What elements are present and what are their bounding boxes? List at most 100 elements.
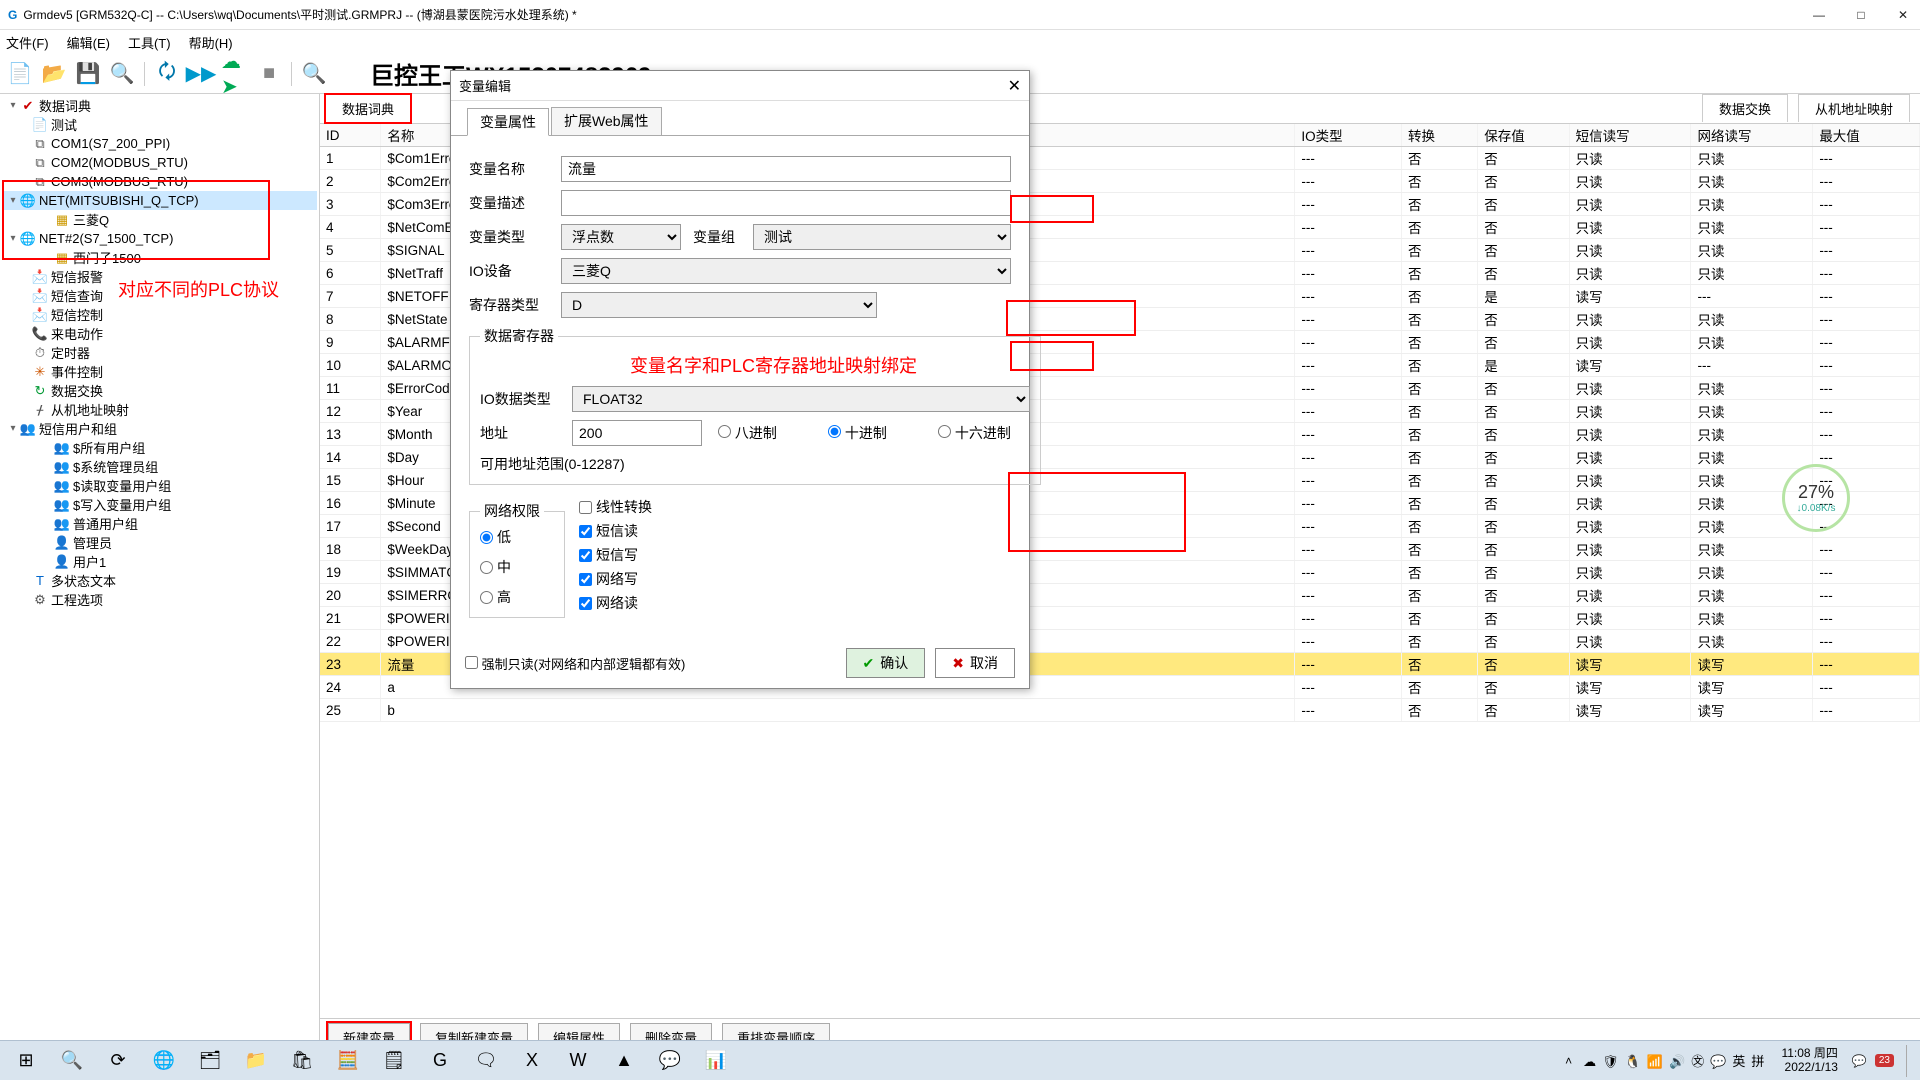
sidebar-tree[interactable]: ▾✔数据词典📄测试⧉COM1(S7_200_PPI)⧉COM2(MODBUS_R… — [0, 94, 320, 1080]
check-linear[interactable]: 线性转换 — [579, 497, 652, 517]
tab-data-exchange[interactable]: 数据交换 — [1702, 94, 1788, 122]
tray-icon[interactable]: 💬 — [1710, 1054, 1726, 1069]
tree-item[interactable]: ⧉COM1(S7_200_PPI) — [2, 134, 317, 153]
column-header[interactable]: 保存值 — [1478, 124, 1569, 147]
taskbar-app-icon[interactable]: 📁 — [236, 1045, 276, 1077]
tree-item[interactable]: ✳事件控制 — [2, 362, 317, 381]
tree-item[interactable]: 📞来电动作 — [2, 324, 317, 343]
expand-icon[interactable]: ▾ — [6, 195, 20, 206]
tree-item[interactable]: ↻数据交换 — [2, 381, 317, 400]
taskbar-app-icon[interactable]: 💬 — [650, 1045, 690, 1077]
tree-item[interactable]: ⚙工程选项 — [2, 590, 317, 609]
taskbar-app-icon[interactable]: 🔍 — [52, 1045, 92, 1077]
taskbar-app-icon[interactable]: 🗒 — [374, 1045, 414, 1077]
radio-octal[interactable]: 八进制 — [718, 423, 810, 443]
taskbar-app-icon[interactable]: 🗨 — [466, 1045, 506, 1077]
tab-data-dictionary[interactable]: 数据词典 — [324, 93, 412, 124]
dialog-tab-properties[interactable]: 变量属性 — [467, 108, 549, 136]
check-net-read[interactable]: 网络读 — [579, 593, 652, 613]
column-header[interactable]: 短信读写 — [1569, 124, 1691, 147]
tree-item[interactable]: ▦西门子1500 — [2, 248, 317, 267]
taskbar-app-icon[interactable]: G — [420, 1045, 460, 1077]
tray-chevron-icon[interactable]: ˄ — [1565, 1054, 1572, 1068]
radio-perm-high[interactable]: 高 — [480, 587, 554, 607]
toolbar-search-icon[interactable]: 🔍 — [108, 60, 136, 88]
expand-icon[interactable]: ▾ — [6, 233, 20, 244]
tree-item[interactable]: 👤管理员 — [2, 533, 317, 552]
taskbar-app-icon[interactable]: 🧮 — [328, 1045, 368, 1077]
tree-item[interactable]: 📩短信查询 — [2, 286, 317, 305]
tree-item[interactable]: ⧉COM3(MODBUS_RTU) — [2, 172, 317, 191]
taskbar-app-icon[interactable]: ▲ — [604, 1045, 644, 1077]
column-header[interactable]: IO类型 — [1295, 124, 1402, 147]
check-sms-write[interactable]: 短信写 — [579, 545, 652, 565]
taskbar-clock[interactable]: 11:08 周四2022/1/13 — [1775, 1047, 1843, 1073]
ok-button[interactable]: ✔确认 — [846, 648, 926, 678]
check-sms-read[interactable]: 短信读 — [579, 521, 652, 541]
select-var-type[interactable]: 浮点数 — [561, 224, 681, 250]
toolbar-open-icon[interactable]: 📂 — [40, 60, 68, 88]
taskbar-app-icon[interactable]: 📊 — [696, 1045, 736, 1077]
taskbar-app-icon[interactable]: ⟳ — [98, 1045, 138, 1077]
tree-item[interactable]: 📩短信控制 — [2, 305, 317, 324]
expand-icon[interactable]: ▾ — [6, 100, 20, 111]
tray-icon[interactable]: ☁ — [1583, 1054, 1596, 1069]
taskbar-app-icon[interactable]: 🌐 — [144, 1045, 184, 1077]
tree-item[interactable]: 📩短信报警 — [2, 267, 317, 286]
toolbar-new-icon[interactable]: 📄 — [6, 60, 34, 88]
toolbar-save-icon[interactable]: 💾 — [74, 60, 102, 88]
tree-item[interactable]: ▦三菱Q — [2, 210, 317, 229]
dialog-tab-web[interactable]: 扩展Web属性 — [551, 107, 662, 135]
radio-perm-low[interactable]: 低 — [480, 527, 554, 547]
tab-slave-mapping[interactable]: 从机地址映射 — [1798, 94, 1910, 122]
tree-item[interactable]: 👥$所有用户组 — [2, 438, 317, 457]
select-io-datatype[interactable]: FLOAT32 — [572, 386, 1030, 412]
toolbar-stop-icon[interactable]: ■ — [255, 60, 283, 88]
taskbar-app-icon[interactable]: W — [558, 1045, 598, 1077]
tray-icon[interactable]: 🐧 — [1625, 1054, 1641, 1069]
taskbar-app-icon[interactable]: ⊞ — [6, 1045, 46, 1077]
notification-icon[interactable]: 💬 — [1852, 1054, 1867, 1068]
table-row[interactable]: 25b---否否读写读写--- — [320, 699, 1920, 722]
radio-hex[interactable]: 十六进制 — [938, 423, 1030, 443]
windows-taskbar[interactable]: ⊞🔍⟳🌐🗂📁🛍🧮🗒G🗨XW▲💬📊 ˄ ☁🛡🐧📶🔊㉆💬英拼 11:08 周四202… — [0, 1040, 1920, 1080]
maximize-button[interactable]: □ — [1852, 6, 1870, 24]
tree-item[interactable]: ᚋ从机地址映射 — [2, 400, 317, 419]
tree-item[interactable]: 👥普通用户组 — [2, 514, 317, 533]
select-register-type[interactable]: D — [561, 292, 877, 318]
radio-perm-mid[interactable]: 中 — [480, 557, 554, 577]
tray-icon[interactable]: ㉆ — [1691, 1054, 1704, 1069]
toolbar-refresh-icon[interactable]: 🗘 — [153, 60, 181, 88]
radio-decimal[interactable]: 十进制 — [828, 423, 920, 443]
taskbar-app-icon[interactable]: X — [512, 1045, 552, 1077]
tree-item[interactable]: 👥$系统管理员组 — [2, 457, 317, 476]
menu-edit[interactable]: 编辑(E) — [67, 33, 110, 52]
close-button[interactable]: ✕ — [1894, 6, 1912, 24]
minimize-button[interactable]: — — [1810, 6, 1828, 24]
check-force-readonly[interactable]: 强制只读(对网络和内部逻辑都有效) — [465, 654, 685, 673]
show-desktop-button[interactable] — [1906, 1045, 1914, 1077]
column-header[interactable]: ID — [320, 124, 381, 147]
tray-icon[interactable]: 英 — [1732, 1054, 1745, 1069]
taskbar-app-icon[interactable]: 🛍 — [282, 1045, 322, 1077]
tray-icon[interactable]: 拼 — [1751, 1054, 1764, 1069]
input-var-name[interactable] — [561, 156, 1011, 182]
toolbar-run-icon[interactable]: ▶▶ — [187, 60, 215, 88]
tree-item[interactable]: ⏱定时器 — [2, 343, 317, 362]
tray-icon[interactable]: 📶 — [1647, 1054, 1663, 1069]
tray-icon[interactable]: 🛡 — [1602, 1054, 1619, 1069]
column-header[interactable]: 最大值 — [1813, 124, 1920, 147]
dialog-close-icon[interactable]: ✕ — [1008, 76, 1021, 96]
tree-item[interactable]: ⧉COM2(MODBUS_RTU) — [2, 153, 317, 172]
select-var-group[interactable]: 测试 — [753, 224, 1011, 250]
expand-icon[interactable]: ▾ — [6, 423, 20, 434]
tree-item[interactable]: ▾🌐NET#2(S7_1500_TCP) — [2, 229, 317, 248]
tree-item[interactable]: 👥$读取变量用户组 — [2, 476, 317, 495]
tree-item[interactable]: ▾✔数据词典 — [2, 96, 317, 115]
toolbar-zoom-icon[interactable]: 🔍 — [300, 60, 328, 88]
column-header[interactable]: 网络读写 — [1691, 124, 1813, 147]
cancel-button[interactable]: ✖取消 — [935, 648, 1015, 678]
tree-item[interactable]: ▾🌐NET(MITSUBISHI_Q_TCP) — [2, 191, 317, 210]
menu-file[interactable]: 文件(F) — [6, 33, 49, 52]
taskbar-app-icon[interactable]: 🗂 — [190, 1045, 230, 1077]
